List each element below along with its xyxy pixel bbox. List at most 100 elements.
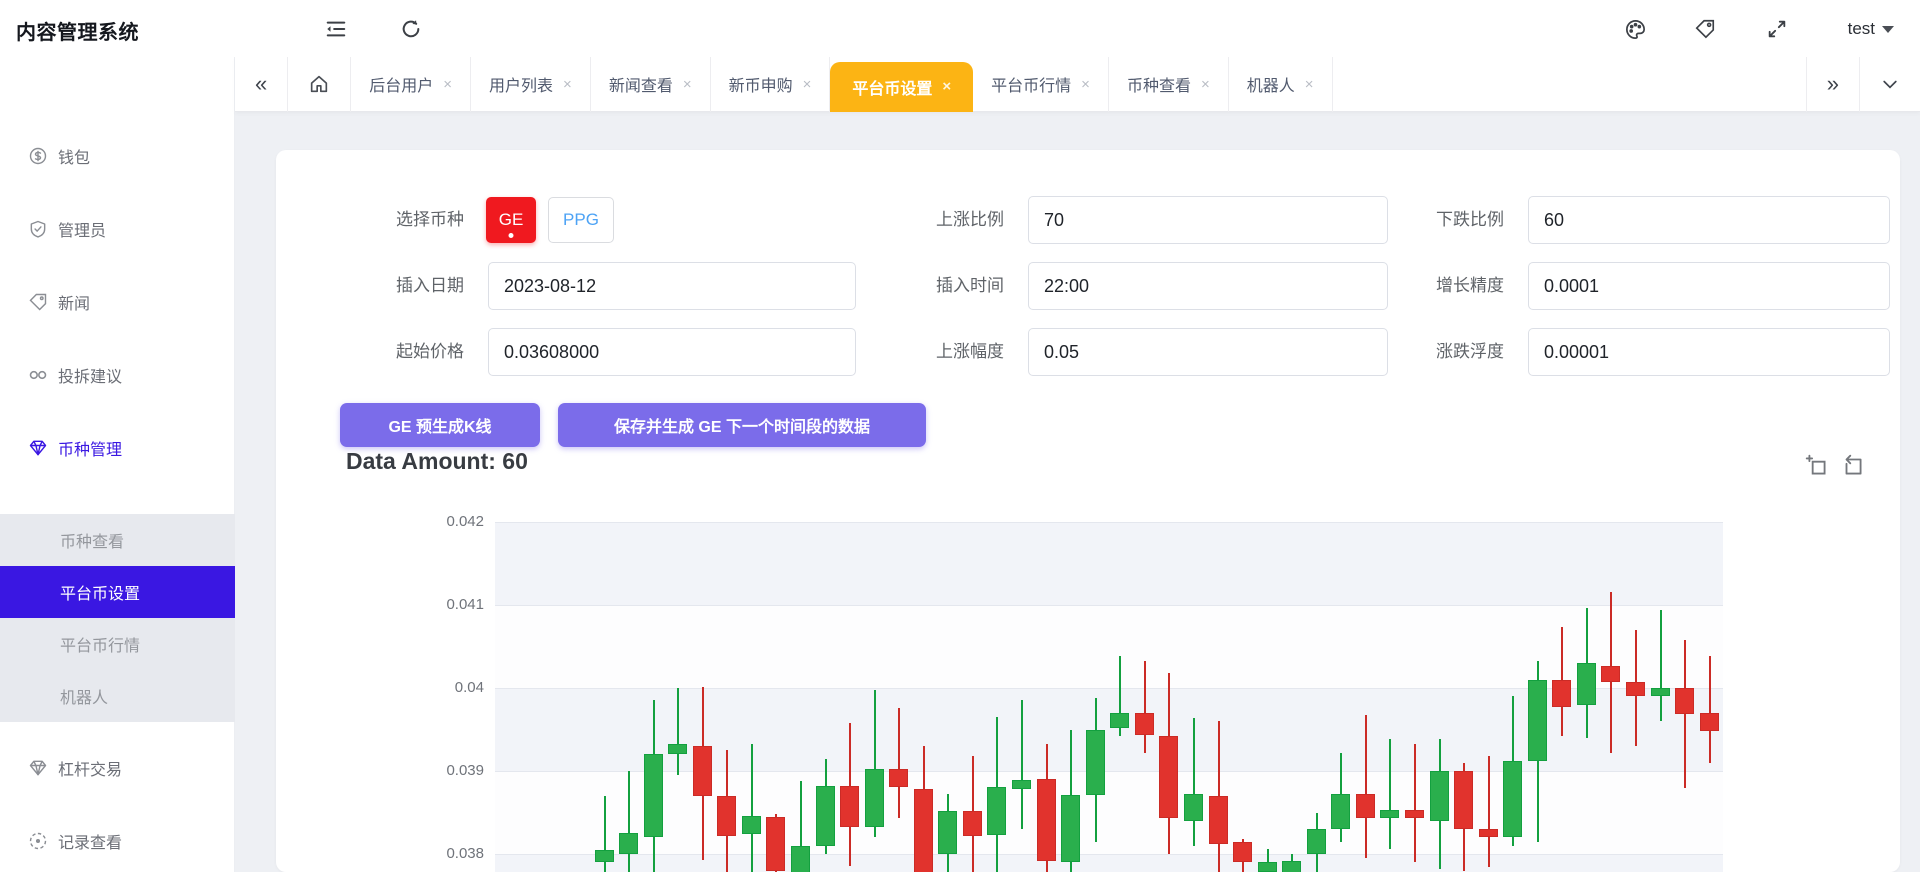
tab-2[interactable]: 新闻查看× — [591, 57, 711, 112]
tab-close-icon[interactable]: × — [563, 76, 572, 93]
candle-wick — [628, 771, 630, 872]
user-menu[interactable]: test — [1848, 14, 1894, 44]
candle — [668, 744, 687, 754]
tag-icon — [28, 292, 48, 312]
candle — [1110, 713, 1129, 728]
sidebar-subitem-0[interactable]: 币种查看 — [0, 514, 235, 566]
sidebar-item-label: 新闻 — [58, 290, 90, 314]
candle — [914, 789, 933, 872]
tabs-scroll-left-icon[interactable]: « — [235, 57, 288, 112]
pregenerate-kline-button[interactable]: GE 预生成K线 — [340, 403, 540, 447]
candle — [742, 816, 761, 834]
settings-card: 选择币种 GE PPG 上涨比例下跌比例插入日期插入时间增长精度起始价格上涨幅度… — [276, 150, 1900, 872]
candle — [889, 769, 908, 786]
field-input-4[interactable] — [1528, 262, 1890, 310]
candle — [1282, 861, 1301, 872]
sidebar-item-label: 管理员 — [58, 217, 106, 241]
sidebar-item-1[interactable]: 管理员 — [0, 209, 235, 249]
field-input-6[interactable] — [1028, 328, 1388, 376]
candle — [938, 811, 957, 854]
theme-palette-icon[interactable] — [1620, 14, 1650, 44]
tab-close-icon[interactable]: × — [683, 76, 692, 93]
candle — [1012, 780, 1031, 789]
refresh-icon[interactable] — [396, 14, 426, 44]
tabs-scroll-right-icon[interactable]: » — [1806, 57, 1859, 112]
candle — [791, 846, 810, 872]
y-axis-label: 0.04 — [414, 679, 484, 696]
candle-wick — [1709, 656, 1711, 762]
sidebar-item-label: 记录查看 — [58, 829, 122, 853]
field-input-5[interactable] — [488, 328, 856, 376]
field-label-2: 插入日期 — [304, 262, 464, 310]
candle — [1601, 666, 1620, 683]
app-root: 内容管理系统 — [0, 0, 1920, 872]
caret-down-icon — [1882, 26, 1894, 33]
sidebar-subitem-1[interactable]: 平台币设置 — [0, 566, 235, 618]
tab-7[interactable]: 机器人× — [1229, 57, 1333, 112]
sidebar-item-2[interactable]: 新闻 — [0, 282, 235, 322]
candle — [1405, 810, 1424, 818]
field-input-3[interactable] — [1028, 262, 1388, 310]
dollar-circle-icon — [28, 146, 48, 166]
fullscreen-icon[interactable] — [1762, 14, 1792, 44]
user-name: test — [1848, 19, 1875, 39]
tab-close-icon[interactable]: × — [443, 76, 452, 93]
tab-1[interactable]: 用户列表 × — [471, 57, 591, 112]
tab-close-icon[interactable]: × — [803, 76, 812, 93]
candle — [1430, 771, 1449, 821]
home-tab-icon[interactable] — [288, 57, 351, 112]
tab-4[interactable]: 平台币设置× — [830, 62, 973, 112]
tab-5[interactable]: 平台币行情× — [973, 57, 1109, 112]
candle-wick — [1414, 744, 1416, 862]
sidebar-item-label: 币种管理 — [58, 436, 122, 460]
candle — [840, 786, 859, 827]
field-input-1[interactable] — [1528, 196, 1890, 244]
candle — [595, 850, 614, 862]
tab-3[interactable]: 新币申购× — [711, 57, 831, 112]
candle — [1209, 796, 1228, 844]
candle — [1675, 688, 1694, 714]
sidebar-subitem-2[interactable]: 平台币行情 — [0, 618, 235, 670]
field-input-7[interactable] — [1528, 328, 1890, 376]
candle — [1307, 829, 1326, 854]
tab-0[interactable]: 后台用户 × — [351, 57, 471, 112]
y-axis-label: 0.038 — [414, 845, 484, 862]
candle — [1528, 680, 1547, 761]
field-label-5: 起始价格 — [304, 328, 464, 376]
coin-select-label: 选择币种 — [304, 196, 464, 244]
sidebar-item-label: 杠杆交易 — [58, 756, 122, 780]
candle-wick — [1144, 661, 1146, 752]
candle — [816, 786, 835, 846]
tag-icon[interactable] — [1690, 14, 1720, 44]
tab-close-icon[interactable]: × — [1201, 76, 1210, 93]
tabs-menu-icon[interactable] — [1859, 57, 1920, 112]
top-bar: 内容管理系统 — [0, 0, 1920, 57]
grid-band — [495, 854, 1723, 872]
candle — [1356, 794, 1375, 818]
candle — [1552, 680, 1571, 707]
tab-close-icon[interactable]: × — [1305, 76, 1314, 93]
tab-close-icon[interactable]: × — [1081, 76, 1090, 93]
sidebar-item-0[interactable]: 钱包 — [0, 136, 235, 176]
sidebar-collapse-icon[interactable] — [321, 14, 351, 44]
tab-6[interactable]: 币种查看× — [1109, 57, 1229, 112]
sidebar-item-4[interactable]: 币种管理 — [0, 428, 235, 468]
gem-icon — [28, 758, 48, 778]
sidebar-subitem-3[interactable]: 机器人 — [0, 670, 235, 722]
candle — [1503, 761, 1522, 837]
save-generate-next-period-button[interactable]: 保存并生成 GE 下一个时间段的数据 — [558, 403, 926, 447]
sidebar-item-3[interactable]: 投拆建议 — [0, 355, 235, 395]
tab-label: 用户列表 — [489, 72, 553, 96]
candle — [1184, 794, 1203, 821]
candle — [1651, 688, 1670, 696]
sidebar-item-5[interactable]: 杠杆交易 — [0, 748, 235, 788]
field-input-0[interactable] — [1028, 196, 1388, 244]
tab-close-icon[interactable]: × — [942, 78, 951, 95]
coin-button-ge[interactable]: GE — [486, 197, 536, 243]
y-axis-label: 0.042 — [414, 513, 484, 530]
field-input-2[interactable] — [488, 262, 856, 310]
tab-label: 后台用户 — [369, 72, 433, 96]
candlestick-chart: 0.0420.0410.040.0390.038 — [276, 470, 1900, 872]
sidebar-item-6[interactable]: 记录查看 — [0, 821, 235, 861]
coin-button-ppg[interactable]: PPG — [548, 197, 614, 243]
